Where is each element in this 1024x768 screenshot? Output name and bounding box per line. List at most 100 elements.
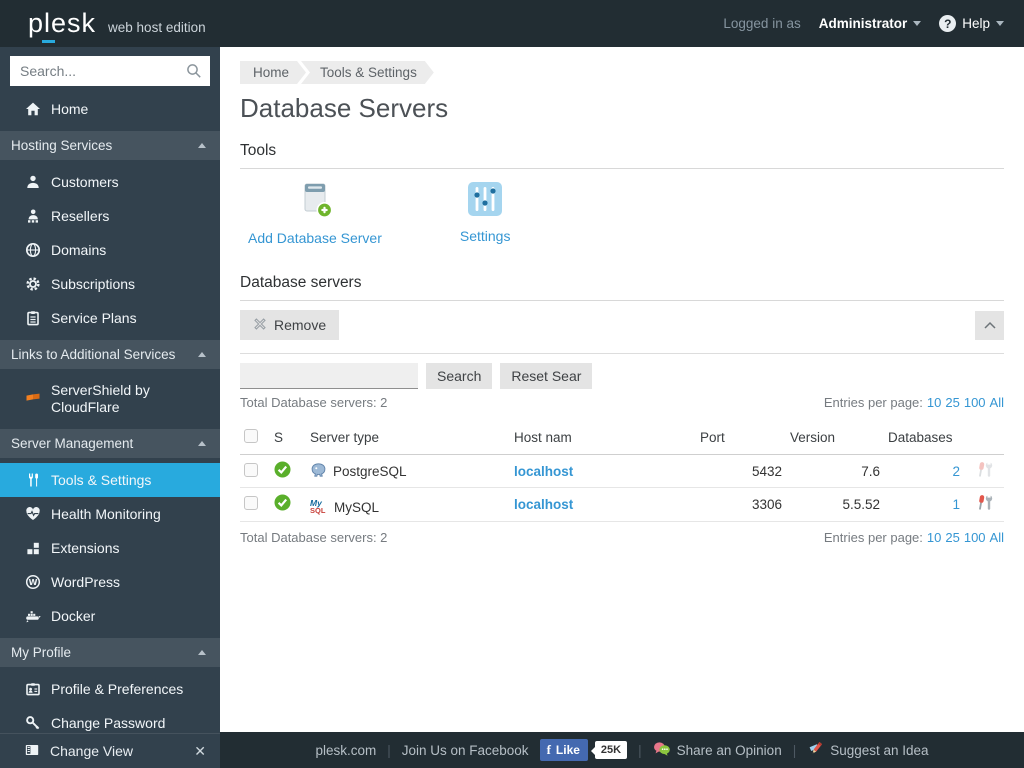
sidebar-item-resellers[interactable]: Resellers: [0, 199, 220, 233]
svg-text:W: W: [28, 578, 37, 587]
suggest-idea-link[interactable]: Suggest an Idea: [807, 741, 928, 760]
per-page-100[interactable]: 100: [964, 530, 986, 545]
section-label: Server Management: [11, 436, 133, 451]
table-row-mysql: MySQL MySQL localhost 3306 5.5.52 1: [240, 488, 1004, 522]
gear-icon: [24, 276, 41, 292]
add-database-server-button[interactable]: Add Database Server: [248, 181, 382, 246]
entries-label: Entries per page:: [824, 530, 923, 545]
per-page-25[interactable]: 25: [945, 395, 959, 410]
host-link[interactable]: localhost: [514, 464, 573, 479]
sidebar-item-change-view[interactable]: Change View ✕: [0, 733, 220, 768]
search-button[interactable]: Search: [426, 363, 492, 389]
sidebar-item-label: WordPress: [51, 574, 120, 590]
col-port: Port: [696, 423, 786, 455]
sidebar-item-customers[interactable]: Customers: [0, 165, 220, 199]
per-page-all[interactable]: All: [990, 530, 1004, 545]
sidebar-item-label: ServerShield by CloudFlare: [51, 382, 191, 416]
search-icon: [186, 63, 202, 84]
sidebar-item-tools-settings[interactable]: Tools & Settings: [0, 463, 220, 497]
settings-sliders-icon: [467, 181, 503, 222]
sidebar-item-servershield[interactable]: ServerShield by CloudFlare: [0, 374, 220, 424]
id-card-icon: [24, 681, 41, 697]
host-link[interactable]: localhost: [514, 497, 573, 512]
resellers-icon: [24, 208, 41, 224]
sidebar-item-home[interactable]: Home: [0, 92, 220, 126]
sidebar-item-label: Resellers: [51, 208, 109, 224]
db-tools-icon[interactable]: [975, 499, 994, 514]
status-ok-icon: [274, 499, 291, 514]
main-content: Home Tools & Settings Database Servers T…: [220, 47, 1024, 732]
sidebar-section-server-management[interactable]: Server Management: [0, 429, 220, 458]
section-label: My Profile: [11, 645, 71, 660]
reset-search-button[interactable]: Reset Sear: [500, 363, 592, 389]
add-database-server-icon: [296, 181, 334, 224]
per-page-100[interactable]: 100: [964, 395, 986, 410]
search-input[interactable]: [10, 56, 210, 86]
databases-count-link[interactable]: 2: [952, 464, 960, 479]
db-tools-icon[interactable]: [975, 466, 994, 481]
mysql-icon: MySQL: [310, 500, 328, 514]
sidebar-section-links-additional-services[interactable]: Links to Additional Services: [0, 340, 220, 369]
plesk-logo: plesk: [28, 8, 96, 39]
help-menu[interactable]: ? Help: [939, 15, 1004, 32]
sidebar-item-subscriptions[interactable]: Subscriptions: [0, 267, 220, 301]
row-checkbox[interactable]: [244, 496, 258, 510]
breadcrumb-tools-settings[interactable]: Tools & Settings: [301, 61, 434, 84]
speech-bubbles-icon: [653, 741, 671, 760]
tools-section-title: Tools: [240, 142, 1004, 169]
databases-count-link[interactable]: 1: [952, 497, 960, 512]
sidebar-item-label: Health Monitoring: [51, 506, 161, 522]
breadcrumb-home[interactable]: Home: [240, 61, 306, 84]
per-page-10[interactable]: 10: [927, 395, 941, 410]
key-icon: [24, 715, 41, 731]
plesk-com-link[interactable]: plesk.com: [315, 743, 376, 758]
settings-button[interactable]: Settings: [460, 181, 511, 246]
breadcrumb: Home Tools & Settings: [240, 61, 1004, 84]
postgresql-icon: [310, 462, 327, 481]
footer-separator: |: [638, 743, 642, 758]
list-status-bottom: Total Database servers: 2 Entries per pa…: [240, 530, 1004, 545]
sidebar-item-wordpress[interactable]: W WordPress: [0, 565, 220, 599]
col-tools: [964, 423, 1004, 455]
sidebar-item-profile-preferences[interactable]: Profile & Preferences: [0, 672, 220, 706]
entries-label: Entries per page:: [824, 395, 923, 410]
edition-label: web host edition: [108, 20, 206, 35]
sidebar-section-my-profile[interactable]: My Profile: [0, 638, 220, 667]
per-page-10[interactable]: 10: [927, 530, 941, 545]
wordpress-icon: W: [24, 574, 41, 590]
sidebar-item-label: Docker: [51, 608, 95, 624]
close-icon[interactable]: ✕: [194, 743, 206, 760]
page-title: Database Servers: [240, 93, 1004, 124]
db-servers-section-title: Database servers: [240, 274, 1004, 301]
sidebar-item-domains[interactable]: Domains: [0, 233, 220, 267]
share-opinion-link[interactable]: Share an Opinion: [653, 741, 782, 760]
user-menu[interactable]: Administrator: [819, 16, 922, 31]
sidebar-item-health-monitoring[interactable]: Health Monitoring: [0, 497, 220, 531]
col-server-type: Server type: [306, 423, 510, 455]
help-icon: ?: [939, 15, 956, 32]
row-checkbox[interactable]: [244, 463, 258, 477]
server-type-label: PostgreSQL: [333, 464, 407, 479]
port-value: 3306: [696, 488, 786, 522]
facebook-like-button[interactable]: f Like: [540, 739, 588, 761]
sidebar-item-service-plans[interactable]: Service Plans: [0, 301, 220, 335]
sidebar-search: [10, 56, 210, 86]
tools-row: Add Database Server Settings: [240, 169, 1004, 264]
col-status: S: [270, 423, 306, 455]
sidebar-item-extensions[interactable]: Extensions: [0, 531, 220, 565]
list-search-row: Search Reset Sear: [240, 363, 1004, 389]
sidebar-item-label: Domains: [51, 242, 106, 258]
chevron-down-icon: [996, 21, 1004, 26]
remove-button[interactable]: Remove: [240, 310, 339, 340]
sidebar-section-hosting-services[interactable]: Hosting Services: [0, 131, 220, 160]
sidebar-item-docker[interactable]: Docker: [0, 599, 220, 633]
logged-in-as-label: Logged in as: [723, 16, 800, 31]
select-all-checkbox[interactable]: [244, 429, 258, 443]
version-value: 5.5.52: [786, 488, 884, 522]
list-search-input[interactable]: [240, 363, 418, 389]
join-facebook-link[interactable]: Join Us on Facebook: [402, 743, 529, 758]
per-page-25[interactable]: 25: [945, 530, 959, 545]
per-page-all[interactable]: All: [990, 395, 1004, 410]
collapse-list-button[interactable]: [975, 311, 1004, 340]
collapse-up-icon: [198, 441, 206, 446]
